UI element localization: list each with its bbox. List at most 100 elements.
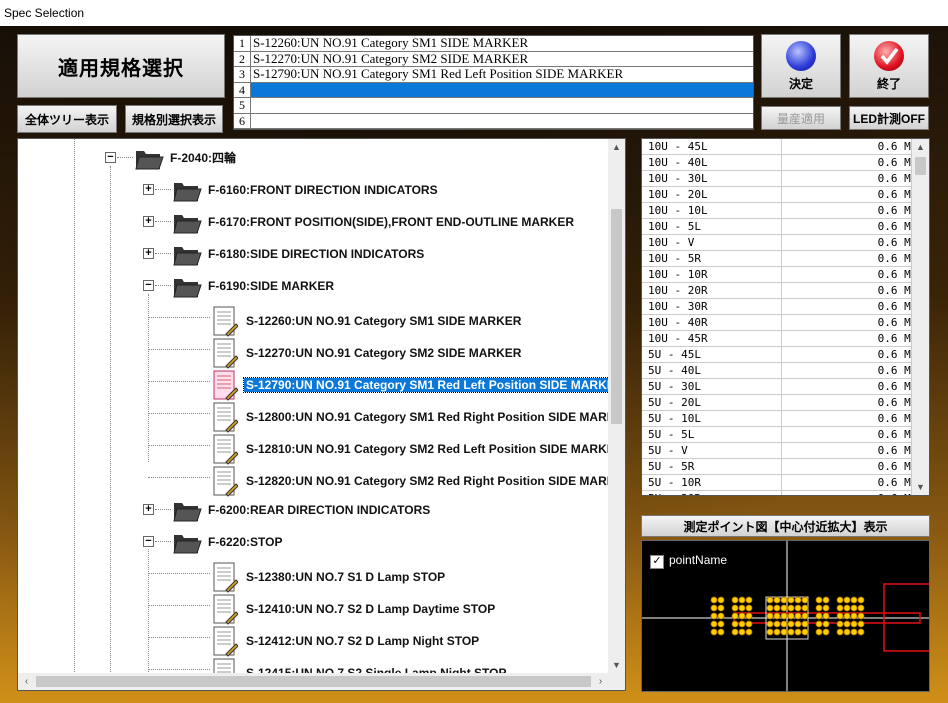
measurement-point — [787, 628, 795, 636]
tree-node-folder[interactable]: F-6180:SIDE DIRECTION INDICATORS — [172, 243, 424, 266]
spec-tree[interactable]: − F-2040:四輪 + F-6160:FRONT DIRECTION IND… — [17, 138, 626, 691]
point-name: 10U - 20L — [642, 187, 782, 202]
point-row[interactable]: 10U - V 0.6 MIN — [642, 235, 929, 251]
full-tree-button[interactable]: 全体ツリー表示 — [17, 105, 117, 133]
measurement-point — [850, 604, 858, 612]
spec-row[interactable]: 6 — [234, 113, 753, 129]
folder-icon — [172, 179, 202, 203]
scroll-left-arrow-icon[interactable]: ‹ — [18, 673, 35, 690]
expand-toggle[interactable]: + — [143, 184, 154, 195]
folder-open-icon — [172, 531, 202, 555]
point-row[interactable]: 5U - 10R 0.6 MIN — [642, 475, 929, 491]
spec-row[interactable]: 3 S-12790:UN NO.91 Category SM1 Red Left … — [234, 67, 753, 83]
point-row[interactable]: 10U - 30L 0.6 MIN — [642, 171, 929, 187]
scroll-thumb[interactable] — [611, 209, 622, 424]
scroll-up-arrow-icon[interactable]: ▲ — [912, 139, 929, 155]
selected-spec-list[interactable]: 1 S-12260:UN NO.91 Category SM1 SIDE MARK… — [233, 35, 754, 130]
tree-node-spec[interactable]: S-12380:UN NO.7 S1 D Lamp STOP — [212, 561, 445, 593]
scroll-up-arrow-icon[interactable]: ▲ — [608, 139, 625, 156]
measurement-point — [843, 612, 851, 620]
point-row[interactable]: 5U - 20R0.6 MIN — [642, 491, 929, 495]
point-row[interactable]: 5U - 45L 0.6 MIN — [642, 347, 929, 363]
tree-node-spec[interactable]: S-12270:UN NO.91 Category SM2 SIDE MARKE… — [212, 337, 521, 369]
spec-row-selected[interactable]: 4 — [234, 82, 753, 98]
point-row[interactable]: 10U - 5L 0.6 MIN — [642, 219, 929, 235]
point-row[interactable]: 10U - 20L 0.6 MIN — [642, 187, 929, 203]
collapse-toggle[interactable]: − — [143, 280, 154, 291]
by-spec-button[interactable]: 規格別選択表示 — [125, 105, 223, 133]
point-row[interactable]: 5U - 30L 0.6 MIN — [642, 379, 929, 395]
point-row[interactable]: 10U - 5R 0.6 MIN — [642, 251, 929, 267]
tree-horizontal-scrollbar[interactable]: ‹ › — [18, 673, 625, 690]
tree-node-spec[interactable]: S-12260:UN NO.91 Category SM1 SIDE MARKE… — [212, 305, 521, 337]
scroll-down-arrow-icon[interactable]: ▼ — [608, 657, 625, 674]
mass-production-button[interactable]: 量産適用 — [761, 106, 841, 130]
measurement-point — [766, 596, 774, 604]
point-row[interactable]: 5U - 10L 0.6 MIN — [642, 411, 929, 427]
tree-node-root[interactable]: F-2040:四輪 — [134, 147, 236, 170]
point-row[interactable]: 10U - 40L 0.6 MIN — [642, 155, 929, 171]
measurement-point — [836, 628, 844, 636]
measurement-point — [801, 604, 809, 612]
measurement-point — [843, 596, 851, 604]
tree-node-spec[interactable]: S-12410:UN NO.7 S2 D Lamp Daytime STOP — [212, 593, 495, 625]
grid-vertical-scrollbar[interactable]: ▲ ▼ — [911, 139, 929, 495]
point-row[interactable]: 5U - 5R 0.6 MIN — [642, 459, 929, 475]
point-row[interactable]: 10U - 10L 0.6 MIN — [642, 203, 929, 219]
tree-node-spec-selected[interactable]: S-12790:UN NO.91 Category SM1 Red Left P… — [212, 369, 625, 401]
tree-node-folder[interactable]: F-6170:FRONT POSITION(SIDE),FRONT END-OU… — [172, 211, 574, 234]
measurement-point-list[interactable]: 10U - 45L 0.6 MIN 10U - 40L 0.6 MIN 10U - 30… — [641, 138, 930, 496]
point-name: 5U - 10R — [642, 475, 782, 490]
point-row[interactable]: 5U - 5L 0.6 MIN — [642, 427, 929, 443]
measurement-point — [822, 612, 830, 620]
led-measure-off-button[interactable]: LED計測OFF — [849, 106, 929, 130]
tree-node-spec[interactable]: S-12800:UN NO.91 Category SM1 Red Right … — [212, 401, 625, 434]
measurement-point-plot[interactable]: ✓ pointName — [641, 540, 930, 692]
expand-toggle[interactable]: + — [143, 216, 154, 227]
point-row[interactable]: 5U - V 0.6 MIN — [642, 443, 929, 459]
tree-line — [148, 294, 149, 462]
exit-button[interactable]: 終了 — [849, 34, 929, 98]
tree-node-folder[interactable]: F-6160:FRONT DIRECTION INDICATORS — [172, 179, 438, 202]
scroll-thumb[interactable] — [36, 676, 591, 687]
document-icon — [212, 402, 239, 434]
main-title-button[interactable]: 適用規格選択 — [17, 34, 225, 98]
tree-node-folder[interactable]: F-6220:STOP — [172, 531, 282, 554]
expand-toggle[interactable]: + — [143, 248, 154, 259]
point-value: 0.6 MIN — [782, 219, 929, 234]
expand-toggle[interactable]: + — [143, 504, 154, 515]
tree-node-label: S-12380:UN NO.7 S1 D Lamp STOP — [246, 570, 446, 584]
scroll-down-arrow-icon[interactable]: ▼ — [912, 479, 929, 495]
point-row[interactable]: 5U - 40L 0.6 MIN — [642, 363, 929, 379]
tree-node-spec[interactable]: S-12412:UN NO.7 S2 D Lamp Night STOP — [212, 625, 479, 657]
tree-node-folder[interactable]: F-6190:SIDE MARKER — [172, 275, 334, 298]
point-row[interactable]: 10U - 30R 0.6 MIN — [642, 299, 929, 315]
document-icon — [212, 626, 239, 658]
point-row[interactable]: 10U - 45R 0.6 MIN — [642, 331, 929, 347]
collapse-toggle[interactable]: − — [143, 536, 154, 547]
collapse-toggle[interactable]: − — [105, 152, 116, 163]
point-row[interactable]: 10U - 40R 0.6 MIN — [642, 315, 929, 331]
scroll-right-arrow-icon[interactable]: › — [592, 673, 609, 690]
point-name: 5U - 30L — [642, 379, 782, 394]
ok-button[interactable]: 決定 — [761, 34, 841, 98]
measurement-point — [745, 596, 753, 604]
measurement-point-diagram-button[interactable]: 測定ポイント図【中心付近拡大】表示 — [641, 515, 930, 537]
point-row[interactable]: 10U - 20R 0.6 MIN — [642, 283, 929, 299]
spec-row[interactable]: 1 S-12260:UN NO.91 Category SM1 SIDE MARK… — [234, 36, 753, 52]
measurement-point — [794, 596, 802, 604]
spec-row[interactable]: 2 S-12270:UN NO.91 Category SM2 SIDE MARK… — [234, 51, 753, 67]
measurement-point — [780, 604, 788, 612]
point-row[interactable]: 5U - 20L 0.6 MIN — [642, 395, 929, 411]
measurement-point — [787, 612, 795, 620]
row-number: 5 — [234, 98, 251, 113]
point-row[interactable]: 10U - 45L 0.6 MIN — [642, 139, 929, 155]
tree-vertical-scrollbar[interactable]: ▲ ▼ — [608, 139, 625, 674]
spec-row[interactable]: 5 — [234, 98, 753, 114]
scroll-thumb[interactable] — [915, 157, 926, 175]
tree-node-spec[interactable]: S-12820:UN NO.91 Category SM2 Red Right … — [212, 465, 625, 497]
measurement-point — [745, 604, 753, 612]
point-row[interactable]: 10U - 10R 0.6 MIN — [642, 267, 929, 283]
tree-node-spec[interactable]: S-12810:UN NO.91 Category SM2 Red Left P… — [212, 433, 623, 465]
tree-node-folder[interactable]: F-6200:REAR DIRECTION INDICATORS — [172, 499, 430, 522]
